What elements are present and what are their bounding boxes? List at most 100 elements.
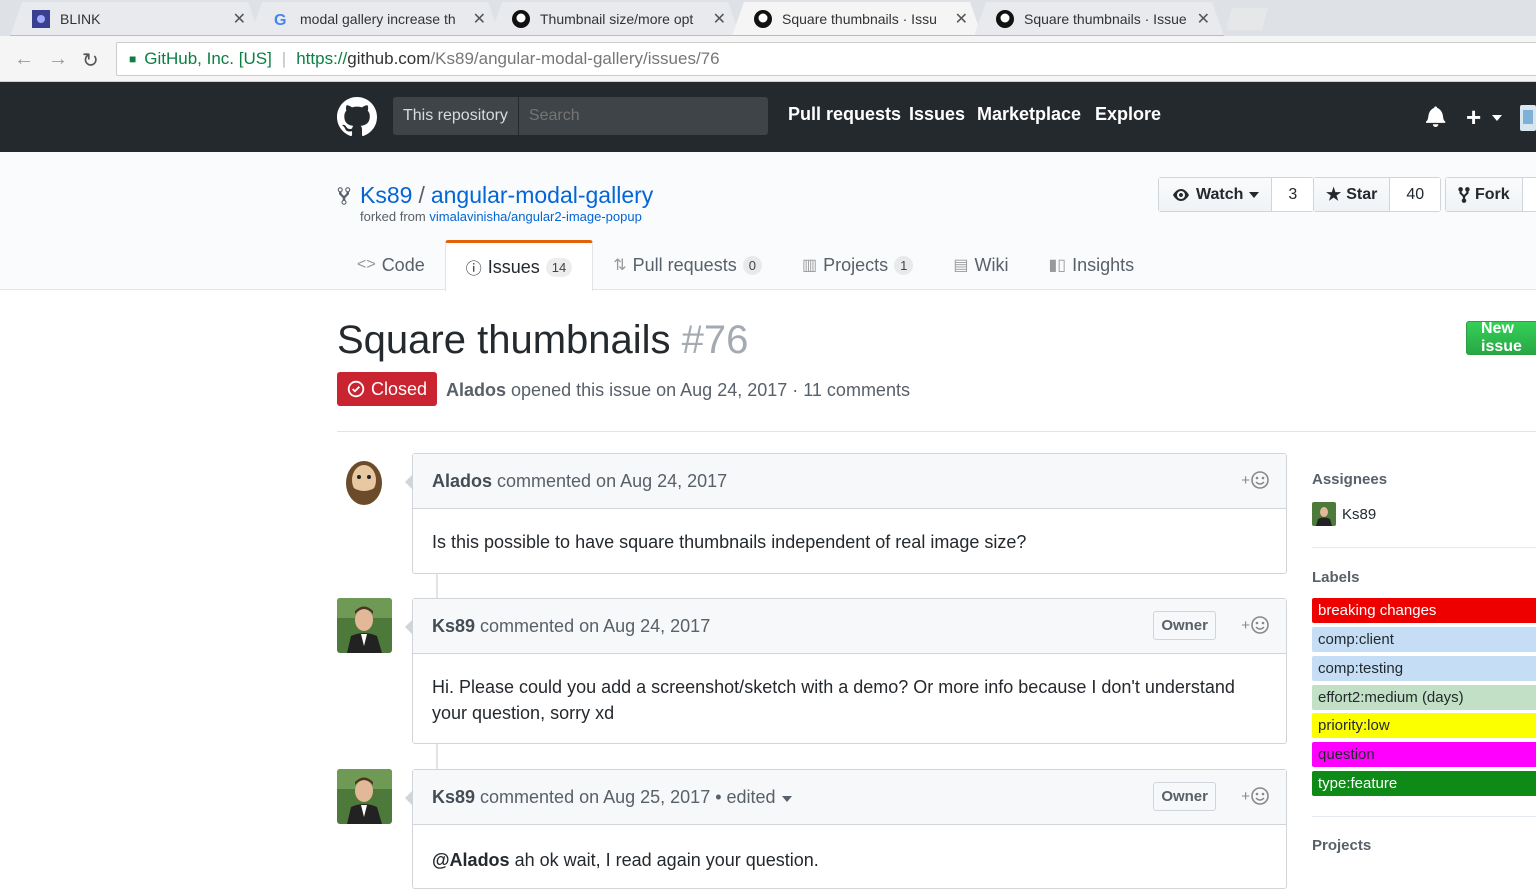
- nav-pull-requests[interactable]: Pull requests: [788, 104, 901, 125]
- divider: [337, 431, 1536, 432]
- smiley-icon: [1251, 787, 1269, 805]
- label-comp-client[interactable]: comp:client: [1312, 627, 1536, 652]
- browser-tab-square2[interactable]: Square thumbnails · Issue ✕: [974, 2, 1224, 36]
- url-omnibox[interactable]: ■ GitHub, Inc. [US] | https://github.com…: [116, 42, 1536, 76]
- forward-arrow-icon[interactable]: →: [48, 48, 68, 71]
- browser-tab-active[interactable]: Square thumbnails · Issu ✕: [732, 2, 982, 36]
- watch-button[interactable]: Watch: [1159, 178, 1272, 211]
- repo-forked-icon: [337, 186, 351, 205]
- back-arrow-icon[interactable]: ←: [14, 48, 34, 71]
- nav-explore[interactable]: Explore: [1095, 104, 1161, 125]
- label-type-feature[interactable]: type:feature: [1312, 771, 1536, 796]
- avatar: [1312, 502, 1336, 526]
- user-mention-link[interactable]: @Alados: [432, 850, 510, 870]
- labels-heading[interactable]: Labels: [1312, 569, 1360, 586]
- browser-tab-blink[interactable]: BLINK ✕: [10, 2, 260, 36]
- avatar[interactable]: [337, 598, 392, 653]
- add-reaction-button[interactable]: +: [1241, 786, 1270, 806]
- issue-number: #76: [681, 318, 749, 362]
- label-comp-testing[interactable]: comp:testing: [1312, 656, 1536, 681]
- address-bar: ← → ↻ ■ GitHub, Inc. [US] | https://gith…: [0, 36, 1536, 82]
- comment-author[interactable]: Alados: [432, 471, 492, 492]
- fork-icon: [1458, 186, 1470, 203]
- issue-meta: Alados opened this issue on Aug 24, 2017…: [446, 380, 910, 400]
- issue-opened-icon: ⓘ: [465, 261, 482, 278]
- star-count[interactable]: 40: [1389, 178, 1441, 211]
- smiley-icon: [1251, 471, 1269, 489]
- issue-closed-icon: [347, 380, 365, 398]
- assignee-item[interactable]: Ks89: [1312, 502, 1376, 526]
- search-input[interactable]: [518, 97, 768, 135]
- comment-timestamp[interactable]: commented on Aug 24, 2017: [480, 616, 710, 637]
- fork-button[interactable]: Fork: [1446, 178, 1522, 211]
- comment-timestamp[interactable]: commented on Aug 24, 2017: [497, 471, 727, 492]
- comment-timestamp[interactable]: commented on Aug 25, 2017 • edited: [480, 787, 776, 808]
- nav-marketplace[interactable]: Marketplace: [977, 104, 1081, 125]
- tab-insights[interactable]: ▮▯ Insights: [1028, 240, 1154, 290]
- comment-header: Alados commented on Aug 24, 2017 +: [413, 454, 1286, 509]
- projects-heading[interactable]: Projects: [1312, 837, 1371, 854]
- add-reaction-button[interactable]: +: [1241, 615, 1270, 635]
- chevron-down-icon[interactable]: [781, 795, 792, 802]
- status-badge: Closed: [337, 372, 438, 406]
- comment-author[interactable]: Ks89: [432, 616, 475, 637]
- owner-badge: Owner: [1153, 611, 1216, 640]
- nav-issues[interactable]: Issues: [909, 104, 965, 125]
- user-avatar[interactable]: [1520, 105, 1536, 131]
- avatar[interactable]: [337, 453, 392, 508]
- tab-pull-requests[interactable]: ⇅ Pull requests 0: [593, 240, 782, 290]
- star-button[interactable]: ★ Star: [1314, 178, 1390, 211]
- tab-projects[interactable]: ▥ Projects 1: [782, 240, 933, 290]
- avatar[interactable]: [337, 769, 392, 824]
- forked-from: forked from vimalavinisha/angular2-image…: [360, 209, 642, 224]
- add-reaction-button[interactable]: +: [1241, 470, 1270, 490]
- new-issue-button[interactable]: New issue: [1466, 320, 1536, 355]
- close-icon[interactable]: ✕: [713, 9, 726, 29]
- tab-wiki[interactable]: ▤ Wiki: [933, 240, 1028, 290]
- label-question[interactable]: question: [1312, 742, 1536, 767]
- label-breaking-changes[interactable]: breaking changes: [1312, 598, 1536, 623]
- fork-count[interactable]: 5: [1521, 178, 1536, 211]
- forked-from-link[interactable]: vimalavinisha/angular2-image-popup: [429, 209, 641, 224]
- projects-counter: 1: [894, 255, 914, 275]
- github-favicon-icon: [754, 10, 772, 28]
- secure-label: GitHub, Inc. [US]: [144, 49, 272, 68]
- code-icon: <>: [357, 256, 376, 273]
- repo-owner-link[interactable]: Ks89: [360, 182, 412, 209]
- comment: Alados commented on Aug 24, 2017 + Is th…: [405, 453, 1287, 574]
- close-icon[interactable]: ✕: [473, 9, 486, 29]
- tab-issues[interactable]: ⓘ Issues 14: [444, 240, 594, 291]
- comment-header: Ks89 commented on Aug 25, 2017 • edited …: [413, 770, 1286, 825]
- timeline-line: [436, 744, 438, 769]
- browser-tab-google[interactable]: G modal gallery increase th ✕: [250, 2, 500, 36]
- comment-author[interactable]: Ks89: [432, 787, 475, 808]
- google-icon: G: [272, 10, 290, 28]
- watch-count[interactable]: 3: [1271, 178, 1314, 211]
- star-icon: ★: [1326, 184, 1342, 204]
- lock-icon: ■: [129, 52, 137, 66]
- label-effort-medium[interactable]: effort2:medium (days): [1312, 685, 1536, 710]
- eye-icon: [1173, 188, 1189, 201]
- close-icon[interactable]: ✕: [1197, 9, 1210, 29]
- bell-icon[interactable]: [1426, 105, 1448, 127]
- plus-icon[interactable]: +: [1466, 102, 1481, 133]
- issue-author-link[interactable]: Alados: [446, 380, 506, 400]
- repo-name-link[interactable]: angular-modal-gallery: [431, 182, 653, 209]
- label-priority-low[interactable]: priority:low: [1312, 713, 1536, 738]
- assignees-heading[interactable]: Assignees: [1312, 471, 1387, 488]
- close-icon[interactable]: ✕: [955, 9, 968, 29]
- comment-body: Is this possible to have square thumbnai…: [432, 532, 1027, 552]
- github-logo-icon[interactable]: [337, 97, 377, 137]
- tab-code[interactable]: <> Code: [337, 240, 445, 290]
- browser-tab-thumbnail[interactable]: Thumbnail size/more opt ✕: [490, 2, 740, 36]
- repo-head: Ks89 / angular-modal-gallery forked from…: [0, 152, 1536, 291]
- close-icon[interactable]: ✕: [233, 9, 246, 29]
- search-scope[interactable]: This repository: [393, 97, 519, 135]
- chevron-down-icon[interactable]: [1492, 115, 1502, 121]
- comment: Ks89 commented on Aug 24, 2017 Owner + H…: [405, 598, 1287, 744]
- new-tab-button[interactable]: [1226, 8, 1268, 30]
- divider: [1312, 547, 1536, 548]
- issues-counter: 14: [545, 257, 573, 277]
- project-icon: ▥: [801, 257, 818, 274]
- reload-icon[interactable]: ↻: [82, 48, 99, 73]
